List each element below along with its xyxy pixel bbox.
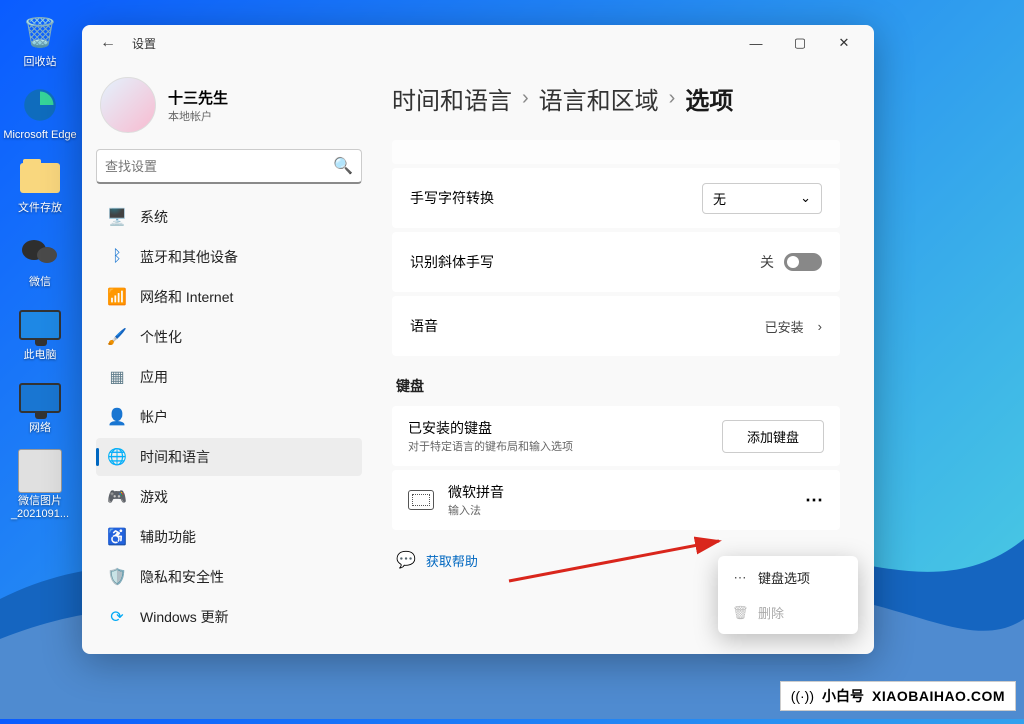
search-input[interactable]: [105, 159, 333, 174]
back-button[interactable]: ←: [100, 34, 116, 52]
user-block[interactable]: 十三先生 本地帐户: [96, 71, 362, 147]
row-handwriting: 手写字符转换 无⌄: [392, 168, 840, 228]
nav-accessibility[interactable]: ♿辅助功能: [96, 518, 362, 556]
desktop-image-file[interactable]: 微信图片_2021091...: [3, 449, 77, 521]
close-button[interactable]: ✕: [822, 27, 866, 59]
trash-icon: 🗑: [732, 605, 748, 621]
annotation-arrow: [504, 536, 744, 586]
section-keyboard: 键盘: [396, 376, 840, 396]
context-menu: ⋯ 键盘选项 🗑 删除: [718, 556, 858, 634]
avatar: [100, 77, 156, 133]
nav-accounts[interactable]: 👤帐户: [96, 398, 362, 436]
row-voice[interactable]: 语音 已安装 ›: [392, 296, 840, 356]
add-keyboard-button[interactable]: 添加键盘: [722, 420, 824, 453]
keyboard-icon: [408, 490, 434, 510]
nav-time-language[interactable]: 🌐时间和语言: [96, 438, 362, 476]
minimize-button[interactable]: ―: [734, 27, 778, 59]
user-name: 十三先生: [168, 87, 228, 108]
window-title: 设置: [132, 35, 156, 52]
toggle-state-label: 关: [760, 252, 774, 272]
more-icon: ⋯: [732, 570, 748, 586]
italic-toggle[interactable]: [784, 253, 822, 271]
more-button[interactable]: ⋯: [805, 490, 824, 511]
nav-gaming[interactable]: 🎮游戏: [96, 478, 362, 516]
desktop-folder[interactable]: 文件存放: [18, 156, 62, 215]
crumb-lang-region[interactable]: 语言和区域: [539, 81, 659, 116]
nav-system[interactable]: 🖥️系统: [96, 198, 362, 236]
sidebar: 十三先生 本地帐户 🔍 🖥️系统 ᛒ蓝牙和其他设备 📶网络和 Internet …: [82, 61, 372, 654]
search-icon: 🔍: [333, 156, 353, 176]
maximize-button[interactable]: ▢: [778, 27, 822, 59]
card-blank: [392, 140, 840, 164]
row-italic-handwriting: 识别斜体手写 关: [392, 232, 840, 292]
nav-network[interactable]: 📶网络和 Internet: [96, 278, 362, 316]
watermark-badge: ((·)) 小白号 XIAOBAIHAO.COM: [780, 681, 1016, 711]
chevron-down-icon: ⌄: [800, 190, 811, 206]
menu-delete: 🗑 删除: [722, 595, 854, 630]
handwriting-dropdown[interactable]: 无⌄: [702, 183, 822, 214]
help-icon: 💬: [396, 550, 416, 570]
breadcrumb: 时间和语言 › 语言和区域 › 选项: [392, 81, 840, 116]
nav-personalize[interactable]: 🖌️个性化: [96, 318, 362, 356]
installed-keyboards: 已安装的键盘 对于特定语言的键布局和输入选项 添加键盘: [392, 406, 840, 466]
keyboard-ms-pinyin: 微软拼音 输入法 ⋯: [392, 470, 840, 530]
crumb-options: 选项: [685, 81, 733, 116]
desktop-recycle-bin[interactable]: 🗑️回收站: [18, 10, 62, 69]
nav-privacy[interactable]: 🛡️隐私和安全性: [96, 558, 362, 596]
nav-apps[interactable]: ▦应用: [96, 358, 362, 396]
menu-keyboard-options[interactable]: ⋯ 键盘选项: [722, 560, 854, 595]
desktop-this-pc[interactable]: 此电脑: [18, 303, 62, 362]
desktop-edge[interactable]: Microsoft Edge: [3, 83, 76, 142]
user-sub: 本地帐户: [168, 108, 228, 124]
desktop-wechat[interactable]: 微信: [18, 230, 62, 289]
crumb-time-lang[interactable]: 时间和语言: [392, 81, 512, 116]
chevron-right-icon: ›: [818, 319, 822, 334]
nav-update[interactable]: ⟳Windows 更新: [96, 598, 362, 636]
nav-bluetooth[interactable]: ᛒ蓝牙和其他设备: [96, 238, 362, 276]
search-box[interactable]: 🔍: [96, 149, 362, 184]
desktop-network[interactable]: 网络: [18, 376, 62, 435]
